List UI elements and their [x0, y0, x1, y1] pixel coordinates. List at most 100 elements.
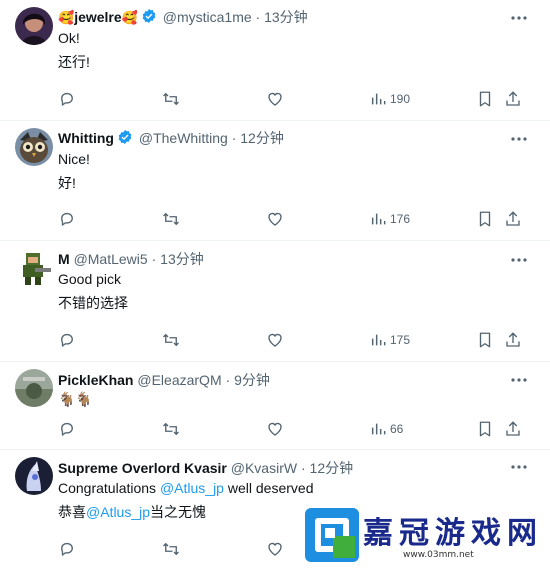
- share-icon: [504, 420, 522, 438]
- views-count: 66: [390, 422, 404, 436]
- tweet-header: PickleKhan @EleazarQM · 9分钟: [58, 371, 270, 389]
- timestamp[interactable]: 12分钟: [240, 130, 284, 146]
- reply-button[interactable]: [58, 89, 76, 109]
- reply-button[interactable]: [58, 209, 76, 229]
- tweet[interactable]: M @MatLewi5 · 13分钟 Good pick 不错的选择 175: [0, 241, 550, 361]
- bookmark-button[interactable]: [476, 330, 494, 350]
- retweet-button[interactable]: [162, 330, 180, 350]
- views-button[interactable]: 175: [370, 330, 410, 350]
- user-handle[interactable]: @KvasirW: [231, 460, 297, 476]
- share-icon: [504, 210, 522, 228]
- heart-icon: [266, 540, 284, 558]
- tweet-text-line: Good pick: [58, 271, 122, 287]
- mention-link[interactable]: @Atlus_jp: [160, 480, 224, 496]
- separator-dot: ·: [151, 251, 157, 267]
- separator-dot: ·: [225, 372, 231, 388]
- share-button[interactable]: [504, 89, 522, 109]
- retweet-button[interactable]: [162, 209, 180, 229]
- share-button[interactable]: [504, 209, 522, 229]
- retweet-button[interactable]: [162, 539, 180, 559]
- like-button[interactable]: [266, 419, 284, 439]
- views-count: 176: [390, 212, 411, 226]
- user-handle[interactable]: @TheWhitting: [139, 130, 228, 146]
- mention-link[interactable]: @Atlus_jp: [86, 504, 150, 520]
- watermark-char: 游: [435, 516, 465, 551]
- user-handle[interactable]: @mystica1me: [163, 9, 252, 25]
- heart-icon: [266, 420, 284, 438]
- more-dots-icon[interactable]: [510, 9, 528, 27]
- display-name[interactable]: PickleKhan: [58, 372, 133, 388]
- reply-button[interactable]: [58, 539, 76, 559]
- verified-badge-icon: [117, 129, 133, 149]
- timestamp[interactable]: 12分钟: [310, 460, 354, 476]
- reply-icon: [58, 210, 76, 228]
- watermark-char: 网: [507, 516, 537, 551]
- avatar[interactable]: [15, 369, 53, 407]
- tweet[interactable]: 🥰jewelre🥰 @mystica1me · 13分钟 Ok! 还行! 190: [0, 0, 550, 120]
- bookmark-icon: [476, 90, 494, 108]
- more-dots-icon[interactable]: [510, 371, 528, 389]
- display-name[interactable]: Whitting: [58, 130, 114, 146]
- retweet-button[interactable]: [162, 419, 180, 439]
- like-button[interactable]: [266, 539, 284, 559]
- like-button[interactable]: [266, 209, 284, 229]
- tweet-text-line: 好!: [58, 175, 76, 191]
- tweet-header: 🥰jewelre🥰 @mystica1me · 13分钟: [58, 8, 308, 28]
- tweet-text-line: Ok!: [58, 30, 80, 46]
- reply-button[interactable]: [58, 330, 76, 350]
- tweet-text-line: 恭喜@Atlus_jp当之无愧: [58, 504, 207, 520]
- separator-dot: ·: [255, 9, 261, 25]
- tweet-actions: 190: [58, 89, 528, 109]
- reply-icon: [58, 540, 76, 558]
- separator-dot: ·: [231, 130, 237, 146]
- timestamp[interactable]: 13分钟: [264, 9, 308, 25]
- avatar[interactable]: [15, 128, 53, 166]
- heart-icon: [266, 331, 284, 349]
- more-dots-icon[interactable]: [510, 458, 528, 476]
- avatar[interactable]: [15, 7, 53, 45]
- timestamp[interactable]: 9分钟: [234, 372, 270, 388]
- timestamp[interactable]: 13分钟: [160, 251, 204, 267]
- watermark-url: www.03mm.net: [403, 550, 474, 560]
- tweet[interactable]: PickleKhan @EleazarQM · 9分钟 🐐🐐 66: [0, 362, 550, 450]
- display-name[interactable]: Supreme Overlord Kvasir: [58, 460, 227, 476]
- like-button[interactable]: [266, 330, 284, 350]
- display-name[interactable]: M: [58, 251, 70, 267]
- tweet-text-line: 还行!: [58, 54, 90, 70]
- retweet-icon: [162, 420, 180, 438]
- share-button[interactable]: [504, 419, 522, 439]
- tweet-header: Supreme Overlord Kvasir @KvasirW · 12分钟: [58, 459, 353, 477]
- views-chart-icon: [370, 211, 386, 227]
- more-dots-icon[interactable]: [510, 130, 528, 148]
- views-chart-icon: [370, 91, 386, 107]
- reply-button[interactable]: [58, 419, 76, 439]
- user-handle[interactable]: @EleazarQM: [137, 372, 221, 388]
- tweet-text-line: Nice!: [58, 151, 90, 167]
- views-button[interactable]: 190: [370, 89, 410, 109]
- watermark-char: 冠: [399, 516, 429, 551]
- bookmark-icon: [476, 420, 494, 438]
- reply-icon: [58, 420, 76, 438]
- bookmark-button[interactable]: [476, 89, 494, 109]
- share-icon: [504, 331, 522, 349]
- tweet[interactable]: Whitting @TheWhitting · 12分钟 Nice! 好! 17…: [0, 121, 550, 241]
- bookmark-button[interactable]: [476, 419, 494, 439]
- tweet-text-line: 不错的选择: [58, 295, 128, 311]
- retweet-button[interactable]: [162, 89, 180, 109]
- bookmark-button[interactable]: [476, 209, 494, 229]
- views-button[interactable]: 66: [370, 419, 403, 439]
- user-handle[interactable]: @MatLewi5: [74, 251, 148, 267]
- tweet-actions: 66: [58, 419, 528, 439]
- share-button[interactable]: [504, 330, 522, 350]
- avatar[interactable]: [15, 457, 53, 495]
- bookmark-icon: [476, 210, 494, 228]
- like-button[interactable]: [266, 89, 284, 109]
- heart-icon: [266, 90, 284, 108]
- views-count: 175: [390, 333, 411, 347]
- watermark-char: 戏: [471, 516, 501, 551]
- display-name[interactable]: 🥰jewelre🥰: [58, 9, 138, 25]
- watermark-char: 嘉: [363, 516, 393, 551]
- views-button[interactable]: 176: [370, 209, 410, 229]
- more-dots-icon[interactable]: [510, 251, 528, 269]
- avatar[interactable]: [15, 249, 53, 287]
